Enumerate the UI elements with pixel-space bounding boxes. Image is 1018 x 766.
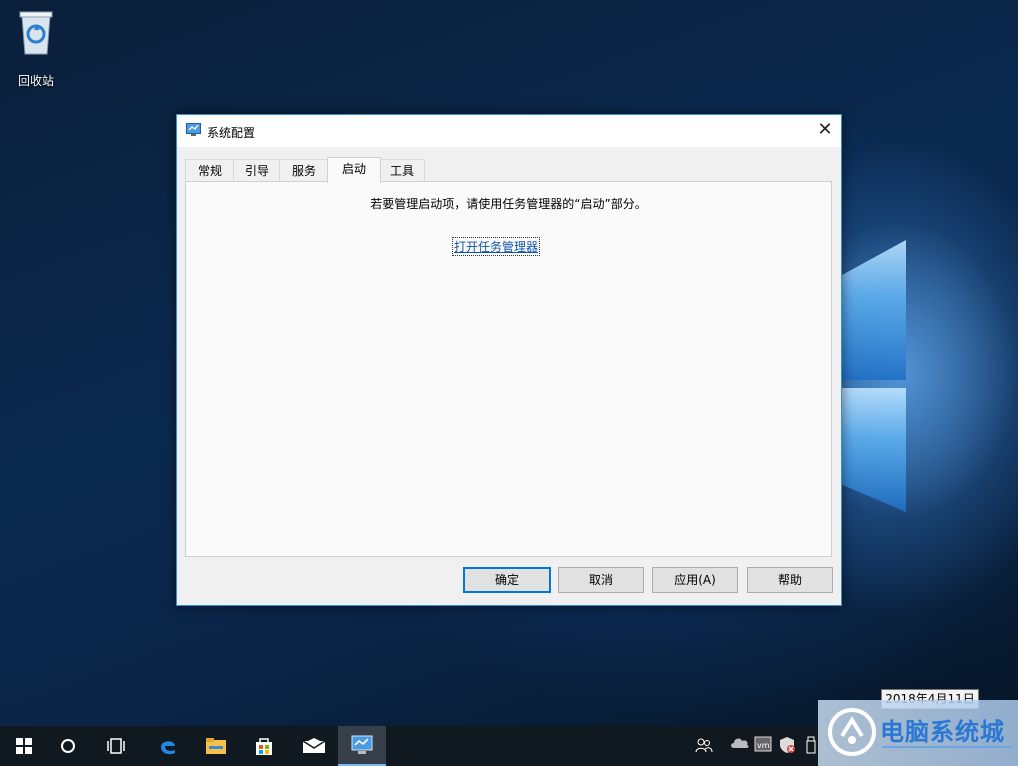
desktop: 回收站 系统配置 ✕ 常规 引导 服务 启动 工具 若要管理启动项，请使用任务管… — [0, 0, 1018, 726]
cortana-button[interactable] — [44, 726, 92, 766]
store-icon — [256, 738, 272, 755]
dialog-titlebar[interactable]: 系统配置 ✕ — [177, 115, 841, 147]
start-button[interactable] — [0, 726, 48, 766]
edge-button[interactable] — [144, 726, 192, 766]
watermark: 电脑系统城 — [818, 700, 1018, 766]
file-explorer-icon — [206, 738, 226, 754]
store-button[interactable] — [240, 726, 288, 766]
onedrive-icon[interactable] — [730, 736, 750, 756]
edge-icon — [161, 741, 175, 755]
watermark-logo-icon — [828, 708, 876, 756]
tab-services[interactable]: 服务 — [279, 159, 329, 182]
mail-button[interactable] — [290, 726, 338, 766]
msconfig-taskbar-button[interactable] — [338, 726, 386, 766]
watermark-text: 电脑系统城 — [880, 718, 1005, 746]
apply-button[interactable]: 应用(A) — [652, 567, 738, 593]
help-button[interactable]: 帮助 — [747, 567, 833, 593]
tab-boot[interactable]: 引导 — [233, 159, 281, 182]
cortana-icon — [61, 739, 75, 753]
open-task-manager-link[interactable]: 打开任务管理器 — [452, 237, 541, 256]
mail-icon — [302, 738, 326, 753]
defender-icon[interactable] — [777, 736, 797, 756]
recycle-bin[interactable]: 回收站 — [8, 8, 64, 89]
tab-startup[interactable]: 启动 — [327, 157, 381, 183]
recycle-bin-icon — [16, 8, 56, 56]
task-view-icon — [107, 738, 125, 754]
recycle-bin-label: 回收站 — [17, 74, 54, 88]
watermark-underline — [882, 746, 1012, 748]
cancel-button[interactable]: 取消 — [558, 567, 644, 593]
file-explorer-button[interactable] — [192, 726, 240, 766]
close-button[interactable]: ✕ — [809, 115, 841, 147]
startup-info-text: 若要管理启动项，请使用任务管理器的“启动”部分。 — [370, 197, 647, 211]
msconfig-icon — [186, 123, 201, 137]
ok-button[interactable]: 确定 — [463, 567, 551, 593]
vmware-icon[interactable]: vm — [753, 736, 773, 756]
tab-tools[interactable]: 工具 — [379, 159, 425, 182]
task-view-button[interactable] — [92, 726, 140, 766]
msconfig-icon — [351, 735, 373, 754]
start-icon — [16, 738, 32, 754]
people-icon[interactable] — [694, 736, 714, 756]
svg-text:vm: vm — [757, 741, 770, 750]
tab-general[interactable]: 常规 — [185, 159, 235, 182]
startup-panel: 若要管理启动项，请使用任务管理器的“启动”部分。 打开任务管理器 — [185, 181, 832, 557]
system-config-dialog: 系统配置 ✕ 常规 引导 服务 启动 工具 若要管理启动项，请使用任务管理器的“… — [176, 114, 842, 606]
dialog-title: 系统配置 — [207, 126, 256, 140]
